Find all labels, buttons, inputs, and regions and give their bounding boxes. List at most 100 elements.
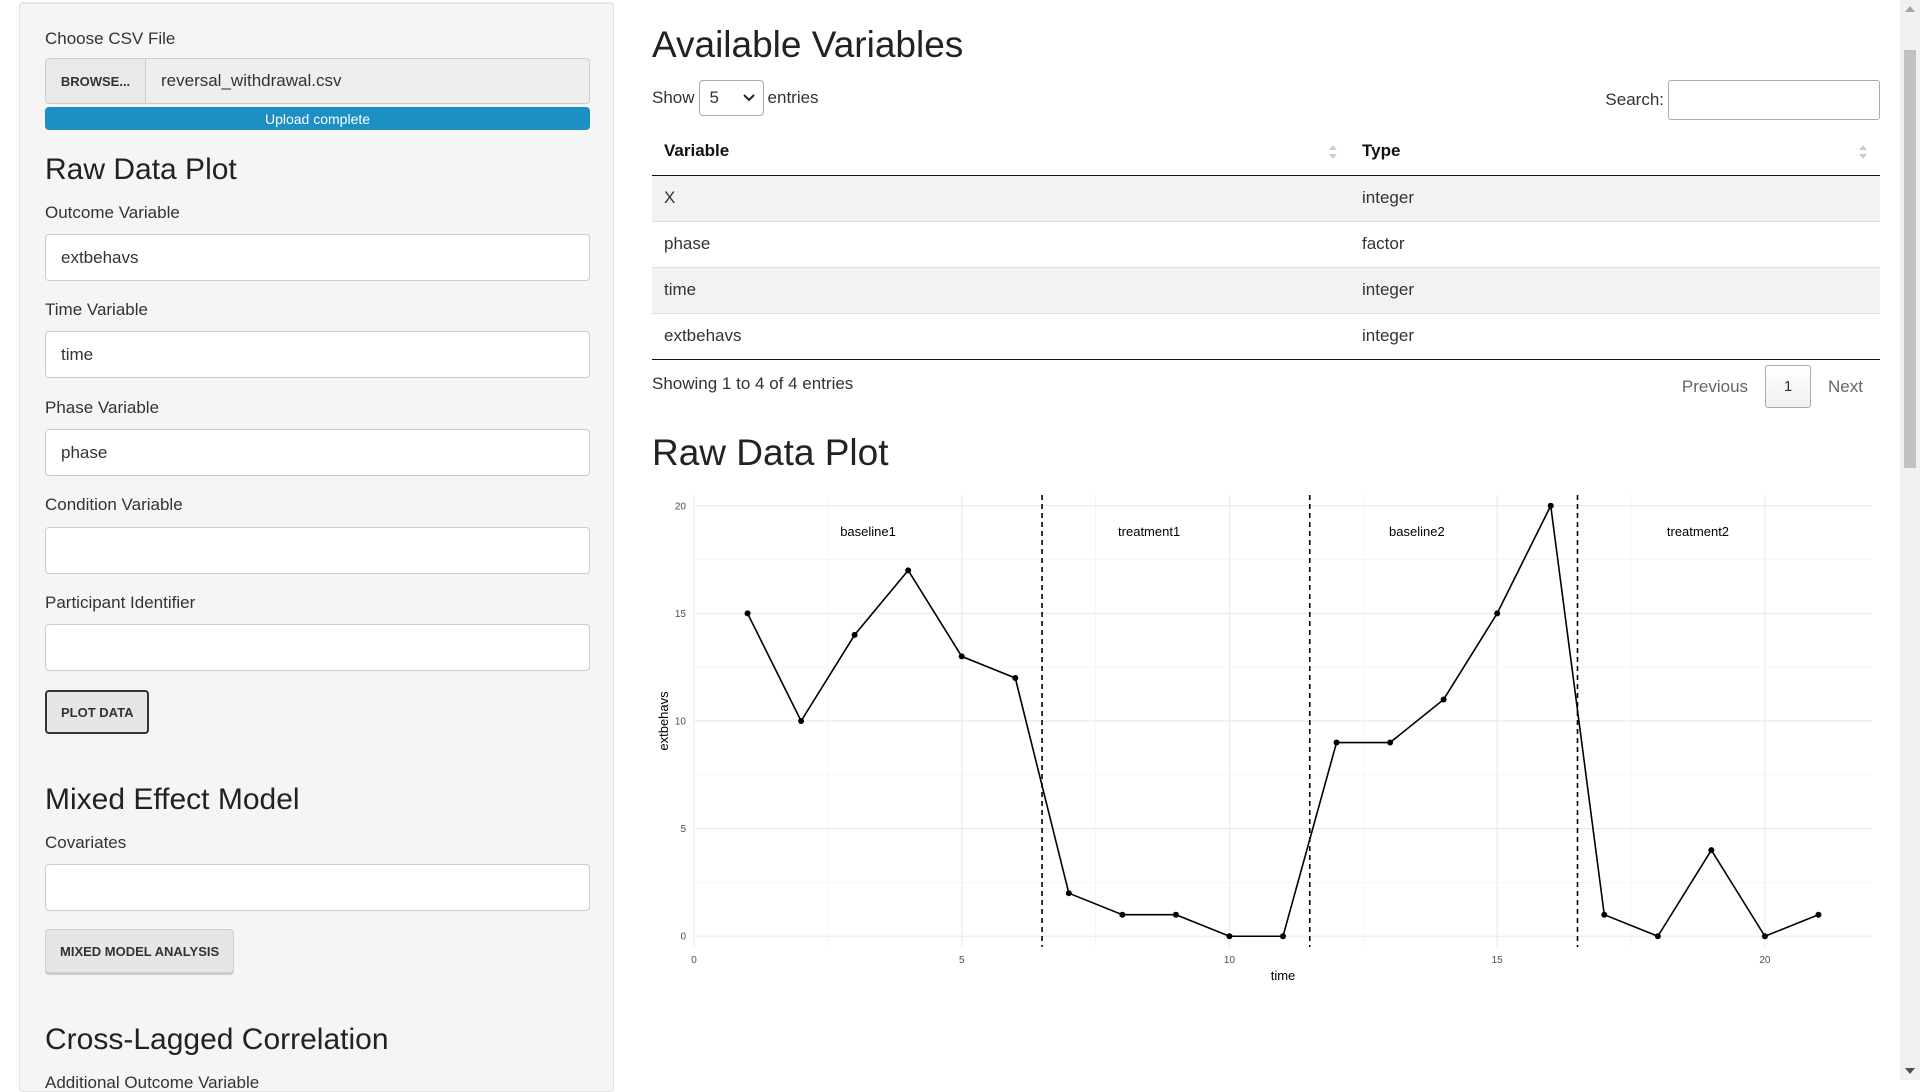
table-cell-variable: X <box>652 174 1350 221</box>
plot-data-button[interactable]: Plot Data <box>45 690 150 734</box>
table-cell-variable: phase <box>652 220 1350 267</box>
data-point <box>744 610 751 617</box>
y-tick-label: 15 <box>675 609 687 620</box>
show-label: Show <box>652 88 695 107</box>
x-axis-title: time <box>1271 968 1296 983</box>
table-cell-variable: extbehavs <box>652 312 1350 360</box>
data-point <box>905 567 912 574</box>
table-search-control: Search: <box>1605 80 1880 120</box>
browse-button[interactable]: Browse... <box>45 58 145 104</box>
time-variable-label: Time Variable <box>45 300 148 319</box>
data-point <box>1226 933 1233 940</box>
table-header-row: Variable Type <box>652 128 1880 176</box>
page-scrollbar[interactable] <box>1900 0 1920 1080</box>
data-point <box>1172 911 1179 918</box>
phase-variable-label: Phase Variable <box>45 398 160 417</box>
x-tick-label: 15 <box>1492 955 1504 966</box>
participant-identifier-label: Participant Identifier <box>45 593 196 612</box>
y-axis-title: extbehavs <box>656 691 671 751</box>
scrollbar-thumb[interactable] <box>1904 50 1916 468</box>
cross-lagged-section-title: Cross-Lagged Correlation <box>45 1023 389 1056</box>
phase-label: treatment2 <box>1667 524 1729 539</box>
time-variable-input[interactable]: time <box>45 331 590 378</box>
table-row[interactable]: extbehavs integer <box>652 312 1880 360</box>
x-tick-label: 5 <box>959 955 965 966</box>
data-point <box>1012 674 1019 681</box>
data-point <box>1119 911 1126 918</box>
entries-select[interactable]: 5 <box>698 80 764 116</box>
sidebar-panel: Choose CSV File Browse... reversal_withd… <box>19 2 614 1092</box>
condition-variable-label: Condition Variable <box>45 495 183 514</box>
table-cell-type: integer <box>1350 174 1880 221</box>
variables-table: Variable Type X integer phase factor tim… <box>652 128 1880 360</box>
data-point <box>1654 933 1661 940</box>
covariates-label: Covariates <box>45 833 127 852</box>
x-tick-label: 10 <box>1224 955 1236 966</box>
mixed-model-analysis-button[interactable]: Mixed Model Analysis <box>45 929 235 973</box>
outcome-variable-input[interactable]: extbehavs <box>45 234 590 281</box>
sort-icon <box>1329 145 1337 159</box>
entries-length-control: Show 5 entries <box>652 80 819 116</box>
data-point <box>1708 847 1715 854</box>
raw-plot-section-title: Raw Data Plot <box>45 153 237 186</box>
participant-identifier-input[interactable] <box>45 624 590 671</box>
pagination-next[interactable]: Next <box>1811 377 1880 397</box>
available-variables-title: Available Variables <box>652 24 964 65</box>
column-header-variable[interactable]: Variable <box>652 128 1350 176</box>
table-row[interactable]: time integer <box>652 266 1880 313</box>
raw-data-chart-svg: baseline1 treatment1 baseline2 treatment2 0 5… <box>656 495 1872 983</box>
scroll-up-icon[interactable] <box>1905 6 1915 12</box>
chevron-down-icon <box>742 94 755 102</box>
phase-variable-input[interactable]: phase <box>45 429 590 476</box>
column-header-type[interactable]: Type <box>1350 128 1880 176</box>
scroll-down-icon[interactable] <box>1905 1068 1915 1074</box>
table-row[interactable]: phase factor <box>652 220 1880 267</box>
table-cell-variable: time <box>652 266 1350 313</box>
additional-outcome-label: Additional Outcome Variable <box>45 1073 260 1092</box>
table-info: Showing 1 to 4 of 4 entries <box>652 374 854 393</box>
sort-icon <box>1859 145 1867 159</box>
y-tick-label: 5 <box>680 824 686 835</box>
phase-label: treatment1 <box>1118 524 1180 539</box>
search-label: Search: <box>1605 90 1664 109</box>
mixed-model-section-title: Mixed Effect Model <box>45 783 300 816</box>
pagination-page-1[interactable]: 1 <box>1765 365 1812 408</box>
data-point <box>1815 911 1822 918</box>
data-point <box>1601 911 1608 918</box>
table-cell-type: factor <box>1350 220 1880 267</box>
entries-select-value: 5 <box>709 88 719 107</box>
y-tick-label: 20 <box>675 501 687 512</box>
data-point <box>1494 610 1501 617</box>
table-pagination: Previous 1 Next <box>1665 365 1880 408</box>
table-row[interactable]: X integer <box>652 174 1880 221</box>
file-name-display[interactable]: reversal_withdrawal.csv <box>145 58 590 104</box>
raw-data-plot-title: Raw Data Plot <box>652 432 889 473</box>
phase-label: baseline2 <box>1389 524 1445 539</box>
data-point <box>1440 696 1447 703</box>
raw-data-chart: baseline1 treatment1 baseline2 treatment2 0 5… <box>652 490 1882 990</box>
upload-progress-fill: Upload complete <box>45 107 590 130</box>
data-point <box>1065 890 1072 897</box>
x-tick-label: 20 <box>1759 955 1771 966</box>
pagination-previous[interactable]: Previous <box>1665 377 1765 397</box>
file-input-label: Choose CSV File <box>45 29 176 48</box>
data-point <box>1547 502 1554 509</box>
table-cell-type: integer <box>1350 312 1880 360</box>
upload-progress-bar: Upload complete <box>45 107 590 130</box>
data-point <box>1280 933 1286 940</box>
phase-label: baseline1 <box>840 524 896 539</box>
data-point <box>851 631 858 638</box>
data-point <box>1387 739 1394 746</box>
y-tick-label: 0 <box>680 932 686 943</box>
data-point <box>958 653 965 660</box>
condition-variable-input[interactable] <box>45 527 590 574</box>
data-point <box>1761 933 1768 940</box>
data-point <box>1333 739 1340 746</box>
y-tick-label: 10 <box>675 717 687 728</box>
table-cell-type: integer <box>1350 266 1880 313</box>
data-point <box>798 718 805 724</box>
file-input: Browse... reversal_withdrawal.csv <box>45 58 590 104</box>
x-tick-label: 0 <box>691 955 697 966</box>
covariates-input[interactable] <box>45 864 590 911</box>
table-search-input[interactable] <box>1668 80 1880 120</box>
